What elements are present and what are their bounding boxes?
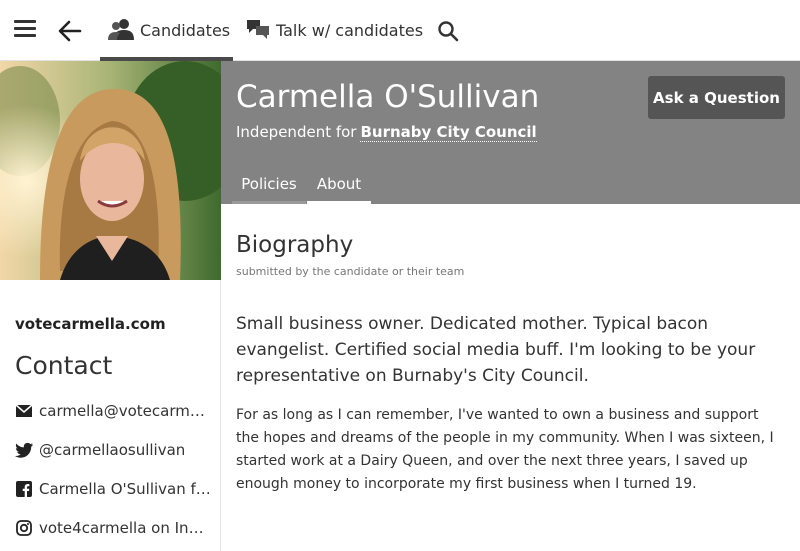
tab-policies[interactable]: Policies	[232, 163, 306, 204]
menu-icon[interactable]	[14, 20, 36, 40]
nav-talk[interactable]: Talk w/ candidates	[246, 0, 423, 61]
campaign-website-link[interactable]: votecarmella.com	[15, 315, 166, 333]
biography-lead: Small business owner. Dedicated mother. …	[236, 314, 756, 386]
contact-instagram[interactable]: vote4carmella on Instagram	[15, 519, 211, 537]
facebook-icon	[15, 480, 33, 498]
candidate-name: Carmella O'Sullivan	[236, 79, 540, 115]
candidate-photo	[0, 61, 221, 280]
instagram-icon	[15, 519, 33, 537]
contact-instagram-text: vote4carmella on Instagram	[39, 519, 211, 537]
candidate-affiliation: Independent for Burnaby City Council	[236, 123, 537, 142]
tab-policies-label: Policies	[241, 174, 297, 193]
top-navigation: Candidates Talk w/ candidates	[0, 0, 800, 61]
contact-heading: Contact	[15, 351, 113, 380]
back-arrow-icon[interactable]	[56, 17, 84, 45]
search-icon[interactable]	[437, 20, 459, 42]
office-link[interactable]: Burnaby City Council	[360, 123, 537, 142]
nav-talk-label: Talk w/ candidates	[276, 21, 424, 40]
envelope-icon	[15, 402, 33, 420]
biography-heading: Biography	[236, 232, 354, 258]
people-icon	[108, 18, 134, 44]
nav-candidates[interactable]: Candidates	[108, 0, 230, 61]
tab-about-label: About	[316, 174, 362, 193]
candidate-header: Carmella O'Sullivan Independent for Burna…	[221, 61, 800, 204]
ask-question-button[interactable]: Ask a Question	[648, 76, 785, 119]
contact-email[interactable]: carmella@votecarmella.com	[15, 402, 211, 420]
contact-facebook[interactable]: Carmella O'Sullivan for Council	[15, 480, 211, 498]
biography-note: submitted by the candidate or their team	[236, 265, 465, 278]
contact-twitter-text: @carmellaosullivan	[39, 441, 186, 459]
biography-section: Biography submitted by the candidate or …	[221, 204, 800, 551]
contact-twitter[interactable]: @carmellaosullivan	[15, 441, 211, 459]
nav-candidates-label: Candidates	[140, 21, 231, 40]
tab-about[interactable]: About	[307, 163, 371, 204]
chat-bubbles-icon	[246, 18, 270, 44]
contact-facebook-text: Carmella O'Sullivan for Council	[39, 480, 211, 498]
twitter-icon	[15, 441, 33, 459]
biography-body: For as long as I can remember, I've want…	[236, 407, 774, 492]
candidate-sidebar: votecarmella.com Contact carmella@voteca…	[0, 61, 221, 551]
contact-email-text: carmella@votecarmella.com	[39, 402, 211, 420]
affiliation-text: Independent for	[236, 123, 357, 141]
